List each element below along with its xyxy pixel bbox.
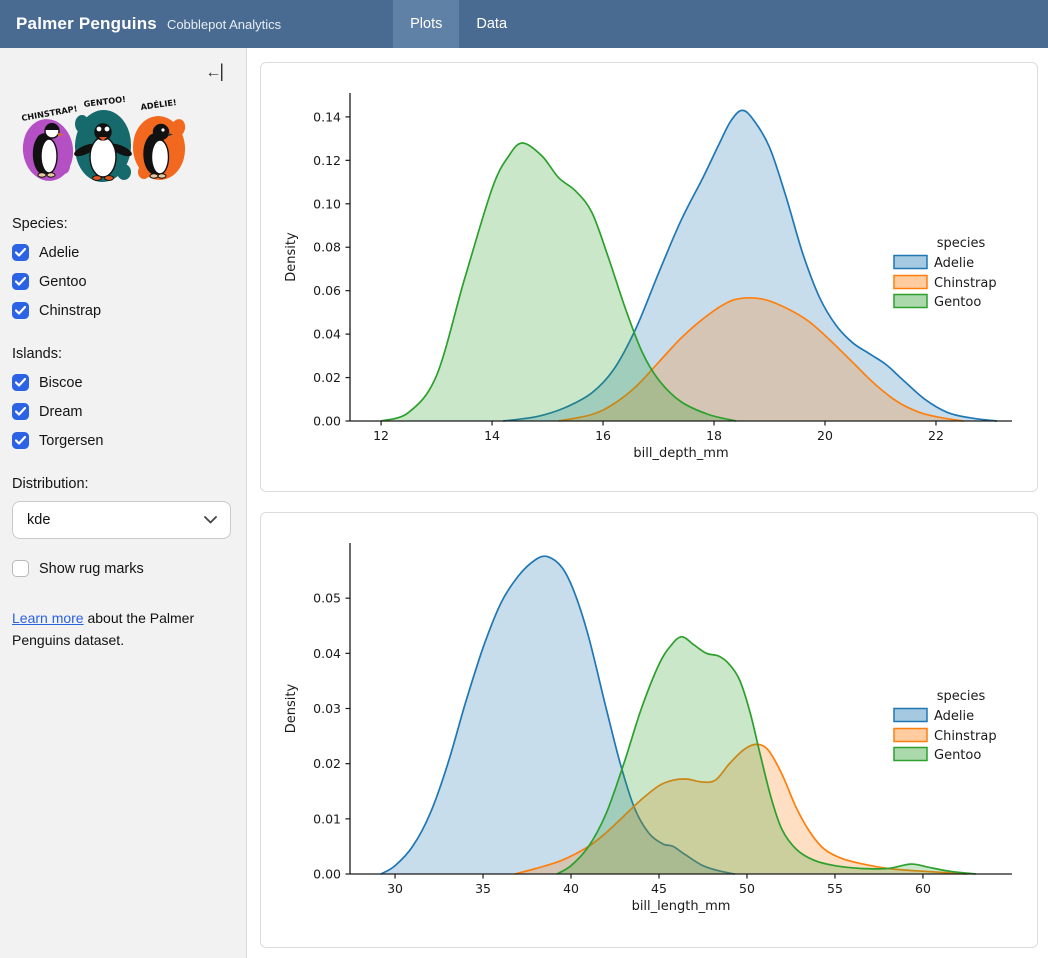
- svg-text:Adelie: Adelie: [934, 256, 974, 271]
- app-subtitle: Cobblepot Analytics: [167, 17, 281, 32]
- checkbox-biscoe[interactable]: Biscoe: [12, 374, 234, 391]
- checkbox-gentoo[interactable]: Gentoo: [12, 273, 234, 290]
- svg-text:0.02: 0.02: [313, 756, 341, 771]
- svg-text:0.05: 0.05: [313, 591, 341, 606]
- svg-text:Adelie: Adelie: [934, 709, 974, 724]
- nav-tabs: Plots Data: [393, 0, 524, 48]
- checkbox-icon: [12, 403, 29, 420]
- svg-text:0.14: 0.14: [313, 109, 341, 124]
- distribution-selected-value: kde: [27, 512, 50, 528]
- bill-depth-density-card: 12 14 16 18 20 22 0.00 0.02 0.04 0.06 0.08 0.10 0.12…: [260, 62, 1038, 492]
- checkbox-icon: [12, 374, 29, 391]
- svg-text:22: 22: [928, 428, 944, 443]
- svg-text:16: 16: [595, 428, 611, 443]
- learn-more-link[interactable]: Learn more: [12, 610, 84, 626]
- svg-text:0.02: 0.02: [313, 370, 341, 385]
- app-title: Palmer Penguins: [16, 14, 157, 34]
- svg-text:12: 12: [373, 428, 389, 443]
- dataset-note: Learn more about the Palmer Penguins dat…: [12, 608, 222, 651]
- checkbox-dream[interactable]: Dream: [12, 403, 234, 420]
- svg-text:0.04: 0.04: [313, 646, 341, 661]
- svg-text:14: 14: [484, 428, 500, 443]
- checkbox-icon: [12, 432, 29, 449]
- svg-text:0.12: 0.12: [313, 153, 341, 168]
- tab-plots[interactable]: Plots: [393, 0, 459, 48]
- penguins-artwork: CHINSTRAP! GENTOO! ADÉLIE!: [12, 84, 195, 196]
- svg-text:0.06: 0.06: [313, 283, 341, 298]
- svg-text:ADÉLIE!: ADÉLIE!: [140, 96, 178, 112]
- distribution-select[interactable]: kde: [12, 501, 231, 539]
- svg-text:0.03: 0.03: [313, 701, 341, 716]
- svg-text:40: 40: [563, 881, 579, 896]
- islands-group-label: Islands:: [12, 346, 234, 362]
- bill-length-density-plot: 30 35 40 45 50 55 60 0.00 0.01 0.02 0.03 0.04 0.05 bi…: [261, 513, 1037, 947]
- svg-text:20: 20: [817, 428, 833, 443]
- svg-text:0.08: 0.08: [313, 240, 341, 255]
- svg-text:0.00: 0.00: [313, 414, 341, 429]
- bill-depth-density-plot: 12 14 16 18 20 22 0.00 0.02 0.04 0.06 0.08 0.10 0.12…: [261, 63, 1037, 491]
- svg-text:0.04: 0.04: [313, 327, 341, 342]
- checkbox-adelie[interactable]: Adelie: [12, 244, 234, 261]
- svg-text:GENTOO!: GENTOO!: [83, 94, 126, 109]
- svg-text:bill_length_mm: bill_length_mm: [632, 899, 731, 914]
- chevron-down-icon: [204, 516, 217, 524]
- checkbox-icon: [12, 244, 29, 261]
- checkbox-icon: [12, 273, 29, 290]
- svg-text:50: 50: [739, 881, 755, 896]
- checkbox-icon: [12, 302, 29, 319]
- svg-text:Gentoo: Gentoo: [934, 295, 981, 310]
- checkbox-torgersen[interactable]: Torgersen: [12, 432, 234, 449]
- sidebar-collapse-icon[interactable]: ←|: [205, 62, 222, 81]
- svg-text:Chinstrap: Chinstrap: [934, 276, 997, 291]
- bill-length-density-card: 30 35 40 45 50 55 60 0.00 0.01 0.02 0.03 0.04 0.05 bi…: [260, 512, 1038, 948]
- main-content: 12 14 16 18 20 22 0.00 0.02 0.04 0.06 0.08 0.10 0.12…: [247, 48, 1048, 958]
- app-window: Palmer Penguins Cobblepot Analytics Plot…: [0, 0, 1048, 958]
- svg-text:Density: Density: [284, 232, 299, 282]
- sidebar: ←|: [0, 48, 247, 958]
- brand: Palmer Penguins Cobblepot Analytics: [0, 14, 297, 34]
- checkbox-chinstrap[interactable]: Chinstrap: [12, 302, 234, 319]
- svg-text:30: 30: [387, 881, 403, 896]
- svg-text:55: 55: [827, 881, 843, 896]
- svg-text:45: 45: [651, 881, 667, 896]
- svg-text:Chinstrap: Chinstrap: [934, 729, 997, 744]
- checkbox-icon: [12, 560, 29, 577]
- svg-text:species: species: [937, 236, 986, 251]
- checkbox-show-rug-marks[interactable]: Show rug marks: [12, 560, 234, 577]
- tab-data[interactable]: Data: [459, 0, 524, 48]
- svg-text:species: species: [937, 689, 986, 704]
- svg-text:Gentoo: Gentoo: [934, 748, 981, 763]
- distribution-label: Distribution:: [12, 476, 234, 492]
- svg-text:0.01: 0.01: [313, 811, 341, 826]
- svg-text:Density: Density: [284, 683, 299, 733]
- svg-text:0.10: 0.10: [313, 196, 341, 211]
- svg-text:18: 18: [706, 428, 722, 443]
- navbar: Palmer Penguins Cobblepot Analytics Plot…: [0, 0, 1048, 48]
- species-group-label: Species:: [12, 216, 234, 232]
- svg-text:bill_depth_mm: bill_depth_mm: [633, 446, 728, 461]
- svg-text:60: 60: [915, 881, 931, 896]
- svg-text:0.00: 0.00: [313, 867, 341, 882]
- svg-text:35: 35: [475, 881, 491, 896]
